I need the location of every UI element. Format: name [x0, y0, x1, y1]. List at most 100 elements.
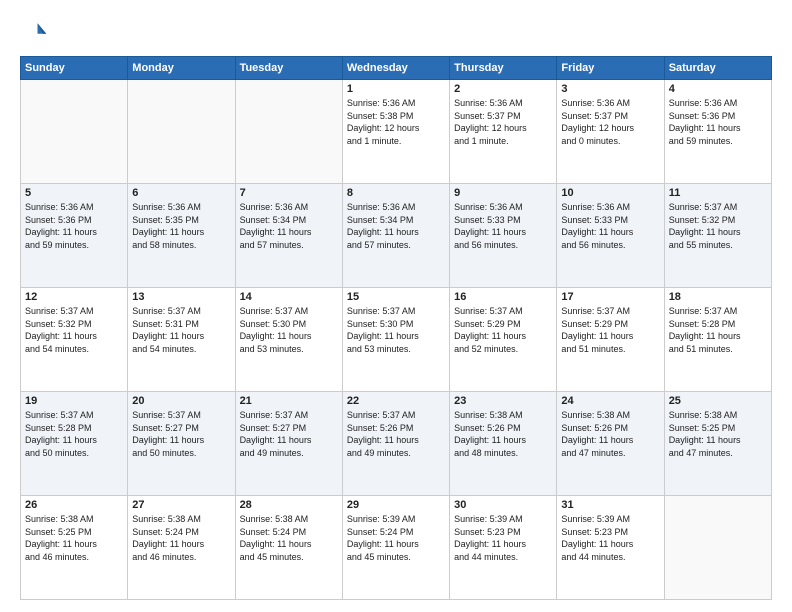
day-info: Sunrise: 5:38 AM Sunset: 5:24 PM Dayligh… [132, 513, 230, 563]
day-number: 6 [132, 187, 230, 199]
day-number: 30 [454, 499, 552, 511]
calendar-cell: 30 Sunrise: 5:39 AM Sunset: 5:23 PM Dayli… [450, 496, 557, 600]
header [20, 18, 772, 46]
day-number: 21 [240, 395, 338, 407]
calendar-cell: 15Sunrise: 5:37 AM Sunset: 5:30 PM Dayli… [342, 288, 449, 392]
day-number: 3 [561, 83, 659, 95]
day-info: Sunrise: 5:38 AM Sunset: 5:24 PM Dayligh… [240, 513, 338, 563]
weekday-header-saturday: Saturday [664, 57, 771, 80]
day-info: Sunrise: 5:36 AM Sunset: 5:33 PM Dayligh… [561, 201, 659, 251]
calendar-cell: 19Sunrise: 5:37 AM Sunset: 5:28 PM Dayli… [21, 392, 128, 496]
day-info: Sunrise: 5:38 AM Sunset: 5:26 PM Dayligh… [454, 409, 552, 459]
calendar-cell: 23 Sunrise: 5:38 AM Sunset: 5:26 PM Dayli… [450, 392, 557, 496]
day-number: 31 [561, 499, 659, 511]
calendar-cell: 5 Sunrise: 5:36 AM Sunset: 5:36 PM Daylig… [21, 184, 128, 288]
day-number: 18 [669, 291, 767, 303]
day-info: Sunrise: 5:37 AM Sunset: 5:26 PM Dayligh… [347, 409, 445, 459]
day-number: 13 [132, 291, 230, 303]
day-number: 2 [454, 83, 552, 95]
calendar-cell [21, 80, 128, 184]
day-number: 23 [454, 395, 552, 407]
day-info: Sunrise: 5:36 AM Sunset: 5:37 PM Dayligh… [561, 97, 659, 147]
page: SundayMondayTuesdayWednesdayThursdayFrid… [0, 0, 792, 612]
day-info: Sunrise: 5:38 AM Sunset: 5:25 PM Dayligh… [669, 409, 767, 459]
calendar-cell: 27 Sunrise: 5:38 AM Sunset: 5:24 PM Dayli… [128, 496, 235, 600]
day-info: Sunrise: 5:38 AM Sunset: 5:26 PM Dayligh… [561, 409, 659, 459]
day-info: Sunrise: 5:36 AM Sunset: 5:37 PM Dayligh… [454, 97, 552, 147]
day-info: Sunrise: 5:39 AM Sunset: 5:23 PM Dayligh… [454, 513, 552, 563]
day-number: 17 [561, 291, 659, 303]
week-row-2: 5 Sunrise: 5:36 AM Sunset: 5:36 PM Daylig… [21, 184, 772, 288]
day-number: 7 [240, 187, 338, 199]
day-info: Sunrise: 5:37 AM Sunset: 5:30 PM Dayligh… [347, 305, 445, 355]
day-number: 27 [132, 499, 230, 511]
day-number: 14 [240, 291, 338, 303]
day-info: Sunrise: 5:37 AM Sunset: 5:32 PM Dayligh… [669, 201, 767, 251]
day-info: Sunrise: 5:37 AM Sunset: 5:30 PM Dayligh… [240, 305, 338, 355]
calendar-cell: 7 Sunrise: 5:36 AM Sunset: 5:34 PM Daylig… [235, 184, 342, 288]
calendar-cell: 6 Sunrise: 5:36 AM Sunset: 5:35 PM Daylig… [128, 184, 235, 288]
day-number: 12 [25, 291, 123, 303]
calendar-cell: 1Sunrise: 5:36 AM Sunset: 5:38 PM Daylig… [342, 80, 449, 184]
logo [20, 18, 52, 46]
day-number: 4 [669, 83, 767, 95]
day-info: Sunrise: 5:37 AM Sunset: 5:32 PM Dayligh… [25, 305, 123, 355]
calendar-table: SundayMondayTuesdayWednesdayThursdayFrid… [20, 56, 772, 600]
calendar-cell: 14 Sunrise: 5:37 AM Sunset: 5:30 PM Dayli… [235, 288, 342, 392]
calendar-cell: 24 Sunrise: 5:38 AM Sunset: 5:26 PM Dayli… [557, 392, 664, 496]
logo-icon [20, 18, 48, 46]
calendar-cell: 20 Sunrise: 5:37 AM Sunset: 5:27 PM Dayli… [128, 392, 235, 496]
day-info: Sunrise: 5:36 AM Sunset: 5:34 PM Dayligh… [240, 201, 338, 251]
day-number: 16 [454, 291, 552, 303]
day-number: 25 [669, 395, 767, 407]
day-number: 24 [561, 395, 659, 407]
calendar-cell: 16 Sunrise: 5:37 AM Sunset: 5:29 PM Dayli… [450, 288, 557, 392]
day-info: Sunrise: 5:37 AM Sunset: 5:27 PM Dayligh… [132, 409, 230, 459]
day-number: 8 [347, 187, 445, 199]
weekday-header-thursday: Thursday [450, 57, 557, 80]
calendar-cell: 25 Sunrise: 5:38 AM Sunset: 5:25 PM Dayli… [664, 392, 771, 496]
day-number: 10 [561, 187, 659, 199]
day-info: Sunrise: 5:36 AM Sunset: 5:36 PM Dayligh… [25, 201, 123, 251]
calendar-cell: 29 Sunrise: 5:39 AM Sunset: 5:24 PM Dayli… [342, 496, 449, 600]
calendar-cell: 22 Sunrise: 5:37 AM Sunset: 5:26 PM Dayli… [342, 392, 449, 496]
day-number: 9 [454, 187, 552, 199]
day-info: Sunrise: 5:39 AM Sunset: 5:24 PM Dayligh… [347, 513, 445, 563]
day-info: Sunrise: 5:36 AM Sunset: 5:38 PM Dayligh… [347, 97, 445, 147]
calendar-cell: 4Sunrise: 5:36 AM Sunset: 5:36 PM Daylig… [664, 80, 771, 184]
day-info: Sunrise: 5:39 AM Sunset: 5:23 PM Dayligh… [561, 513, 659, 563]
weekday-header-wednesday: Wednesday [342, 57, 449, 80]
day-info: Sunrise: 5:36 AM Sunset: 5:33 PM Dayligh… [454, 201, 552, 251]
calendar-cell: 10 Sunrise: 5:36 AM Sunset: 5:33 PM Dayli… [557, 184, 664, 288]
calendar-header-row: SundayMondayTuesdayWednesdayThursdayFrid… [21, 57, 772, 80]
calendar-cell [664, 496, 771, 600]
day-number: 20 [132, 395, 230, 407]
calendar-cell: 13 Sunrise: 5:37 AM Sunset: 5:31 PM Dayli… [128, 288, 235, 392]
day-info: Sunrise: 5:37 AM Sunset: 5:27 PM Dayligh… [240, 409, 338, 459]
calendar-cell: 3 Sunrise: 5:36 AM Sunset: 5:37 PM Daylig… [557, 80, 664, 184]
calendar-cell: 9 Sunrise: 5:36 AM Sunset: 5:33 PM Daylig… [450, 184, 557, 288]
weekday-header-tuesday: Tuesday [235, 57, 342, 80]
weekday-header-friday: Friday [557, 57, 664, 80]
day-number: 5 [25, 187, 123, 199]
day-number: 29 [347, 499, 445, 511]
calendar-cell [128, 80, 235, 184]
calendar-cell: 12 Sunrise: 5:37 AM Sunset: 5:32 PM Dayli… [21, 288, 128, 392]
day-info: Sunrise: 5:37 AM Sunset: 5:29 PM Dayligh… [454, 305, 552, 355]
week-row-5: 26Sunrise: 5:38 AM Sunset: 5:25 PM Dayli… [21, 496, 772, 600]
calendar-cell: 31 Sunrise: 5:39 AM Sunset: 5:23 PM Dayli… [557, 496, 664, 600]
calendar-cell [235, 80, 342, 184]
calendar-cell: 2 Sunrise: 5:36 AM Sunset: 5:37 PM Daylig… [450, 80, 557, 184]
calendar-cell: 18Sunrise: 5:37 AM Sunset: 5:28 PM Dayli… [664, 288, 771, 392]
day-number: 22 [347, 395, 445, 407]
day-info: Sunrise: 5:36 AM Sunset: 5:35 PM Dayligh… [132, 201, 230, 251]
day-info: Sunrise: 5:37 AM Sunset: 5:31 PM Dayligh… [132, 305, 230, 355]
weekday-header-monday: Monday [128, 57, 235, 80]
day-number: 19 [25, 395, 123, 407]
day-info: Sunrise: 5:37 AM Sunset: 5:29 PM Dayligh… [561, 305, 659, 355]
week-row-3: 12 Sunrise: 5:37 AM Sunset: 5:32 PM Dayli… [21, 288, 772, 392]
calendar-cell: 21 Sunrise: 5:37 AM Sunset: 5:27 PM Dayli… [235, 392, 342, 496]
calendar-cell: 8Sunrise: 5:36 AM Sunset: 5:34 PM Daylig… [342, 184, 449, 288]
day-number: 26 [25, 499, 123, 511]
week-row-4: 19Sunrise: 5:37 AM Sunset: 5:28 PM Dayli… [21, 392, 772, 496]
